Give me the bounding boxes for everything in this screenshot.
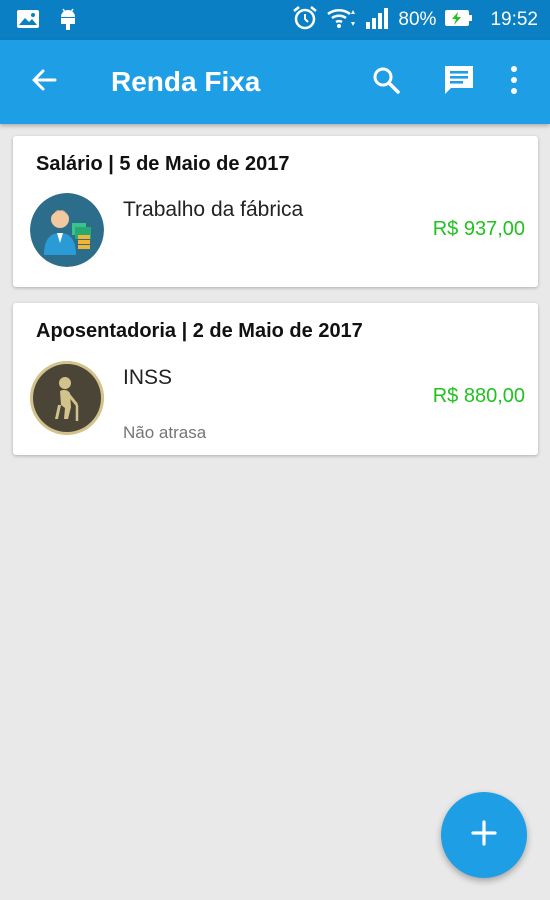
more-vert-icon	[509, 65, 519, 100]
gallery-icon	[16, 9, 40, 34]
status-bar: 80% 19:52	[0, 0, 550, 40]
arrow-back-icon	[30, 66, 58, 99]
income-card-salario[interactable]: Salário | 5 de Maio de 2017 Trabalho da …	[13, 136, 538, 287]
app-bar: Renda Fixa	[0, 40, 550, 124]
elderly-avatar-icon	[30, 361, 104, 435]
card-header: Aposentadoria | 2 de Maio de 2017	[36, 320, 363, 342]
wifi-icon	[326, 6, 356, 35]
signal-icon	[364, 6, 390, 35]
income-card-aposentadoria[interactable]: Aposentadoria | 2 de Maio de 2017 INSS R…	[13, 303, 538, 455]
card-note: Não atrasa	[123, 423, 207, 442]
add-button[interactable]	[441, 792, 527, 878]
message-icon	[442, 64, 476, 101]
worker-avatar-icon	[30, 193, 104, 267]
clock: 19:52	[490, 9, 538, 30]
search-icon	[371, 65, 401, 100]
card-amount: R$ 880,00	[432, 385, 525, 407]
page-title: Renda Fixa	[111, 66, 261, 97]
alarm-icon	[292, 5, 318, 36]
android-icon	[58, 7, 78, 36]
card-description: INSS	[123, 366, 173, 389]
battery-percent: 80%	[398, 9, 437, 30]
plus-icon	[471, 819, 497, 851]
card-header: Salário | 5 de Maio de 2017	[36, 153, 290, 175]
search-button[interactable]	[366, 62, 406, 102]
message-button[interactable]	[439, 62, 479, 102]
card-amount: R$ 937,00	[432, 218, 525, 240]
more-options-button[interactable]	[494, 62, 534, 102]
card-description: Trabalho da fábrica	[123, 198, 304, 221]
back-button[interactable]	[26, 64, 62, 100]
battery-charging-icon	[444, 8, 474, 33]
